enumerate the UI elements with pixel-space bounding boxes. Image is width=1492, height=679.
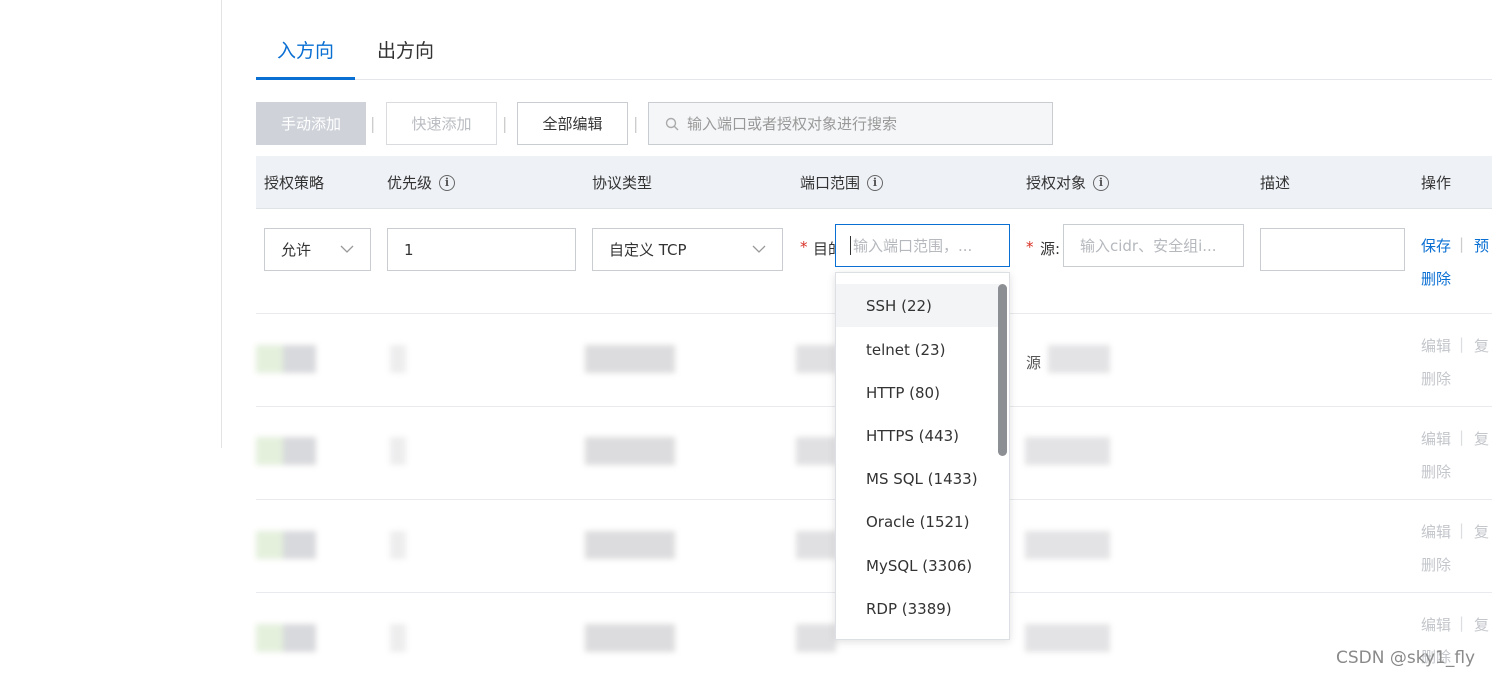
dropdown-scrollbar[interactable] <box>998 284 1007 456</box>
port-range-dropdown: SSH (22) telnet (23) HTTP (80) HTTPS (44… <box>835 272 1010 640</box>
redacted-cell <box>1025 531 1110 559</box>
redacted-cell <box>585 531 675 559</box>
manual-add-button[interactable]: 手动添加 <box>256 102 366 145</box>
action-separator: | <box>1459 521 1465 539</box>
required-mark: * <box>800 238 808 256</box>
dropdown-option[interactable]: MS SQL (1433) <box>836 457 1001 500</box>
redacted-cell <box>390 345 406 373</box>
chevron-down-icon <box>340 245 354 253</box>
delete-link[interactable]: 删除 <box>1421 461 1451 482</box>
dropdown-option[interactable]: RDP (3389) <box>836 587 1001 630</box>
column-header-description: 描述 <box>1260 174 1291 192</box>
toolbar-separator: | <box>633 114 639 133</box>
redacted-cell <box>256 345 316 373</box>
copy-link[interactable]: 复 <box>1474 335 1489 356</box>
save-link[interactable]: 保存 <box>1421 235 1451 256</box>
delete-link[interactable]: 删除 <box>1421 368 1451 389</box>
redacted-cell <box>390 624 406 652</box>
column-header-priority: 优先级 i <box>387 172 456 193</box>
chevron-down-icon <box>752 245 766 253</box>
text-caret <box>850 236 851 255</box>
description-input[interactable] <box>1260 228 1405 271</box>
port-range-input[interactable]: 输入端口范围，... <box>835 224 1010 267</box>
redacted-cell <box>1025 624 1110 652</box>
quick-add-button[interactable]: 快速添加 <box>386 102 497 145</box>
tab-outbound[interactable]: 出方向 <box>377 36 434 63</box>
edit-link[interactable]: 编辑 <box>1421 614 1451 635</box>
column-header-protocol: 协议类型 <box>592 174 653 192</box>
edit-link[interactable]: 编辑 <box>1421 335 1451 356</box>
source-label: 源 <box>1026 354 1042 372</box>
info-icon[interactable]: i <box>867 174 884 191</box>
action-separator: | <box>1459 614 1465 632</box>
priority-input[interactable]: 1 <box>387 228 576 271</box>
policy-select[interactable]: 允许 <box>264 228 371 271</box>
redacted-cell <box>390 531 406 559</box>
dropdown-option[interactable]: Oracle (1521) <box>836 500 1001 543</box>
delete-link[interactable]: 删除 <box>1421 554 1451 575</box>
redacted-cell <box>256 437 316 465</box>
column-header-policy: 授权策略 <box>264 174 325 192</box>
copy-link[interactable]: 复 <box>1474 521 1489 542</box>
toolbar-separator: | <box>502 114 508 133</box>
column-header-actions: 操作 <box>1421 174 1452 192</box>
required-mark: * <box>1026 238 1034 256</box>
direction-tabs: 入方向 出方向 <box>256 28 1492 80</box>
active-tab-indicator <box>256 77 355 80</box>
edit-link[interactable]: 编辑 <box>1421 521 1451 542</box>
info-icon[interactable]: i <box>439 174 456 191</box>
delete-link[interactable]: 删除 <box>1421 268 1451 289</box>
search-icon <box>665 117 679 130</box>
dropdown-option[interactable]: HTTP (80) <box>836 371 1001 414</box>
protocol-select[interactable]: 自定义 TCP <box>592 228 783 271</box>
action-separator: | <box>1459 428 1465 446</box>
redacted-cell <box>796 437 836 465</box>
redacted-cell <box>585 437 675 465</box>
search-input[interactable]: 输入端口或者授权对象进行搜索 <box>648 102 1053 145</box>
redacted-cell <box>1048 345 1110 373</box>
preview-link[interactable]: 预 <box>1474 235 1489 256</box>
redacted-cell <box>796 345 836 373</box>
redacted-cell <box>1025 437 1110 465</box>
copy-link[interactable]: 复 <box>1474 614 1489 635</box>
dropdown-option[interactable]: telnet (23) <box>836 328 1001 371</box>
tab-inbound[interactable]: 入方向 <box>277 36 334 63</box>
dropdown-option[interactable]: MySQL (3306) <box>836 544 1001 587</box>
redacted-cell <box>585 624 675 652</box>
source-input[interactable]: 输入cidr、安全组i... <box>1063 224 1244 267</box>
column-header-port-range: 端口范围 i <box>800 172 884 193</box>
redacted-cell <box>585 345 675 373</box>
search-placeholder: 输入端口或者授权对象进行搜索 <box>687 115 898 133</box>
edit-all-button[interactable]: 全部编辑 <box>517 102 628 145</box>
toolbar-separator: | <box>370 114 376 133</box>
source-label: 源: <box>1040 240 1061 258</box>
redacted-cell <box>796 624 836 652</box>
dropdown-option[interactable]: SSH (22) <box>836 284 1001 327</box>
action-separator: | <box>1459 335 1465 353</box>
redacted-cell <box>256 531 316 559</box>
watermark: CSDN @sky1_fly <box>1336 648 1476 668</box>
dropdown-option[interactable]: HTTPS (443) <box>836 414 1001 457</box>
left-panel-divider <box>221 0 222 448</box>
redacted-cell <box>796 531 836 559</box>
redacted-cell <box>256 624 316 652</box>
edit-link[interactable]: 编辑 <box>1421 428 1451 449</box>
action-separator: | <box>1459 235 1465 253</box>
redacted-cell <box>390 437 406 465</box>
column-header-auth-object: 授权对象 i <box>1026 172 1110 193</box>
copy-link[interactable]: 复 <box>1474 428 1489 449</box>
table-header: 授权策略 优先级 i 协议类型 端口范围 i 授权对象 i 描述 操作 <box>256 156 1492 209</box>
info-icon[interactable]: i <box>1093 174 1110 191</box>
